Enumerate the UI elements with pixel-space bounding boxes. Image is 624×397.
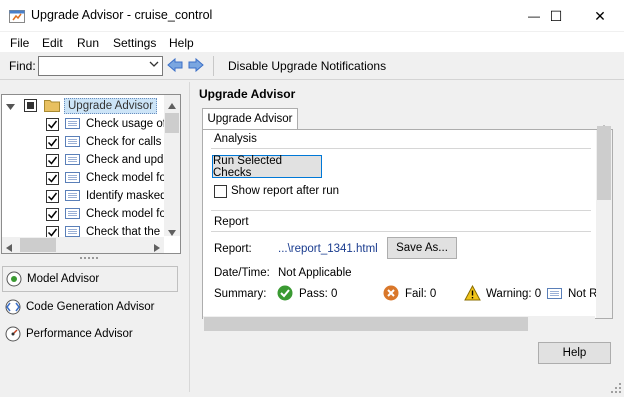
tree-item-label: Check usage of (86, 118, 166, 130)
disable-notifications-button[interactable]: Disable Upgrade Notifications (228, 59, 386, 73)
tree-item[interactable]: Identify masked (2, 187, 167, 205)
performance-advisor-button[interactable]: Performance Advisor (2, 321, 178, 347)
warning-icon (464, 284, 481, 304)
menu-help[interactable]: Help (169, 36, 194, 50)
item-checkbox[interactable] (46, 172, 59, 185)
pass-icon (277, 285, 293, 304)
toolbar-divider (213, 56, 214, 76)
forward-arrow-icon[interactable] (188, 57, 204, 73)
check-doc-icon (65, 226, 80, 237)
fail-count: Fail: 0 (405, 288, 437, 300)
fail-icon (383, 285, 399, 304)
tree-item[interactable]: Check model for (2, 169, 170, 187)
window-title: Upgrade Advisor - cruise_control (31, 8, 213, 22)
scroll-down-icon[interactable] (168, 225, 176, 239)
check-tree: Upgrade Advisor Check usage of Check for… (1, 94, 181, 254)
folder-icon (44, 99, 60, 115)
scroll-up-icon[interactable] (168, 98, 176, 112)
tree-item-label: Check for calls t (86, 136, 168, 148)
close-icon: ✕ (594, 7, 606, 24)
tree-vertical-scrollbar[interactable] (164, 95, 180, 236)
scroll-right-icon[interactable] (154, 241, 160, 255)
item-checkbox[interactable] (46, 118, 59, 131)
tree-hscroll-thumb[interactable] (20, 238, 56, 252)
content-horizontal-scrollbar[interactable] (203, 316, 595, 332)
check-doc-icon (65, 154, 80, 165)
tree-horizontal-scrollbar[interactable] (2, 237, 164, 253)
find-combobox[interactable] (38, 56, 163, 76)
report-label: Report: (214, 243, 252, 255)
resize-grip-icon[interactable] (610, 382, 622, 394)
section-divider (211, 210, 591, 211)
run-selected-checks-button[interactable]: Run Selected Checks (212, 155, 322, 179)
tree-item[interactable]: Check model for (2, 205, 170, 223)
close-button[interactable]: ✕ (578, 0, 622, 32)
splitter-handle[interactable] (80, 257, 100, 261)
page-title: Upgrade Advisor (199, 87, 296, 101)
performance-advisor-icon (4, 325, 22, 343)
scroll-left-icon[interactable] (6, 241, 12, 255)
code-generation-advisor-button[interactable]: Code Generation Advisor (2, 294, 178, 320)
content-vertical-scrollbar[interactable] (596, 125, 612, 318)
analysis-divider (211, 148, 591, 149)
tab-upgrade-advisor[interactable]: Upgrade Advisor (202, 108, 298, 130)
code-gen-advisor-label: Code Generation Advisor (26, 301, 155, 313)
back-arrow-icon[interactable] (167, 57, 183, 73)
not-run-icon (547, 288, 562, 299)
tree-vscroll-thumb[interactable] (165, 113, 179, 133)
report-link[interactable]: ...\report_1341.html (278, 243, 378, 255)
collapse-icon[interactable] (6, 102, 15, 114)
model-advisor-icon (5, 270, 23, 288)
save-as-button[interactable]: Save As... (387, 237, 457, 259)
item-checkbox[interactable] (46, 208, 59, 221)
check-doc-icon (65, 208, 80, 219)
report-divider (211, 231, 591, 232)
content-hscroll-thumb[interactable] (204, 317, 528, 331)
item-checkbox[interactable] (46, 190, 59, 203)
datetime-label: Date/Time: (214, 267, 270, 279)
tree-root-row[interactable]: Upgrade Advisor (2, 97, 165, 115)
check-doc-icon (65, 190, 80, 201)
pane-divider (189, 82, 190, 392)
maximize-button[interactable]: ☐ (534, 0, 578, 32)
model-advisor-label: Model Advisor (27, 273, 100, 285)
app-icon (9, 8, 25, 24)
datetime-value: Not Applicable (278, 267, 352, 279)
check-doc-icon (65, 172, 80, 183)
tree-item-label: Identify masked (86, 190, 167, 202)
code-gen-advisor-icon (4, 298, 22, 316)
tree-item[interactable]: Check usage of (2, 115, 166, 133)
performance-advisor-label: Performance Advisor (26, 328, 133, 340)
check-doc-icon (65, 136, 80, 147)
root-checkbox[interactable] (24, 99, 37, 112)
show-report-checkbox[interactable] (214, 185, 227, 198)
warning-count: Warning: 0 (486, 288, 542, 300)
menu-edit[interactable]: Edit (42, 36, 63, 50)
menu-run[interactable]: Run (77, 36, 99, 50)
advisor-content-panel: Analysis Run Selected Checks Show report… (202, 129, 613, 319)
item-checkbox[interactable] (46, 136, 59, 149)
pass-count: Pass: 0 (299, 288, 338, 300)
item-checkbox[interactable] (46, 154, 59, 167)
tree-item[interactable]: Check and upda (2, 151, 170, 169)
menu-settings[interactable]: Settings (113, 36, 156, 50)
toolbar-bottom-border (0, 79, 624, 80)
analysis-heading: Analysis (214, 133, 257, 145)
chevron-down-icon (149, 60, 159, 71)
tree-item-label: Check and upda (86, 154, 170, 166)
tree-item-label: Check model for (86, 172, 170, 184)
summary-label: Summary: (214, 288, 267, 300)
tree-item[interactable]: Check for calls t (2, 133, 168, 151)
tree-root-label: Upgrade Advisor (64, 98, 158, 114)
maximize-icon: ☐ (549, 7, 563, 24)
menu-file[interactable]: File (10, 36, 29, 50)
check-doc-icon (65, 118, 80, 129)
show-report-label: Show report after run (231, 185, 340, 197)
help-button[interactable]: Help (538, 342, 611, 364)
tree-item-label: Check model for (86, 208, 170, 220)
model-advisor-button[interactable]: Model Advisor (2, 266, 178, 292)
content-vscroll-thumb[interactable] (597, 126, 611, 200)
report-heading: Report (214, 216, 249, 228)
find-label: Find: (9, 59, 36, 73)
